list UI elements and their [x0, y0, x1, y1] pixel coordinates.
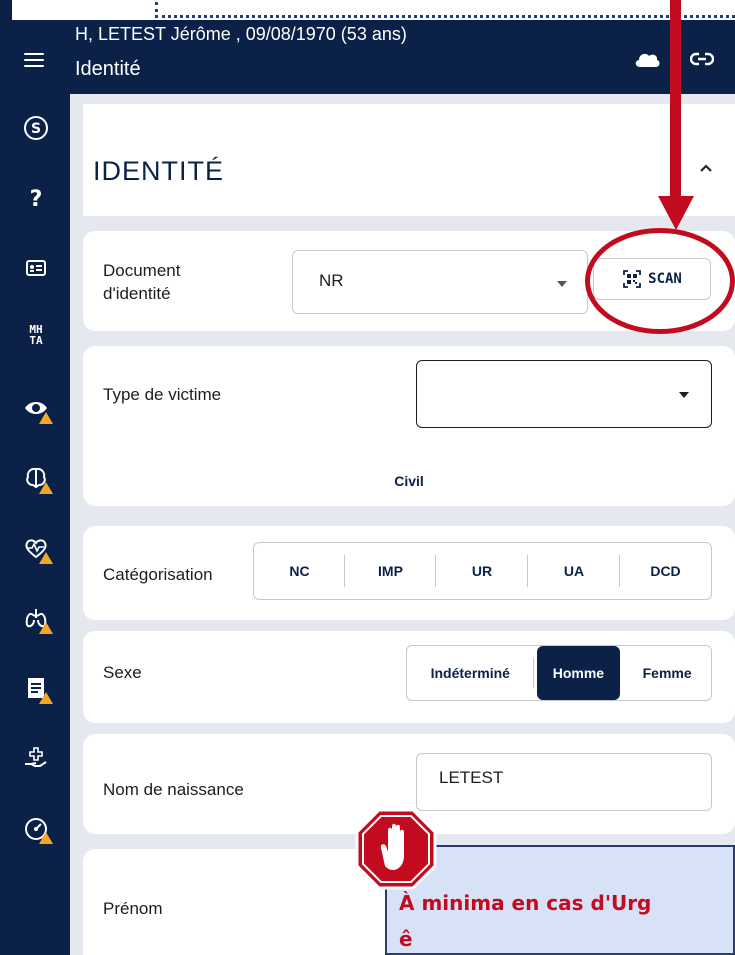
dotted-border	[155, 2, 735, 18]
svg-text:TA: TA	[29, 334, 43, 347]
document-icon[interactable]	[17, 670, 55, 706]
section-header[interactable]: IDENTITÉ	[83, 104, 735, 216]
sidebar: S ? MH TA	[0, 94, 70, 955]
categorisation-segmented: NC IMP UR UA DCD	[253, 542, 712, 600]
document-type-select[interactable]: NR	[292, 250, 588, 314]
prenom-label: Prénom	[103, 899, 163, 918]
callout-box: À minima en cas d'Urg ê	[385, 845, 735, 955]
warning-icon	[39, 692, 53, 704]
categorisation-option-ur[interactable]: UR	[436, 543, 528, 599]
type-victime-option-civil[interactable]: Civil	[83, 473, 735, 489]
svg-text:S: S	[31, 121, 41, 137]
sexe-option-indetermine[interactable]: Indéterminé	[407, 646, 534, 700]
top-strip	[0, 0, 735, 20]
sexe-segmented: Indéterminé Homme Femme	[406, 645, 712, 701]
chevron-up-icon[interactable]	[698, 160, 714, 176]
hand-care-icon[interactable]	[17, 740, 55, 776]
sexe-option-homme[interactable]: Homme	[536, 646, 621, 700]
document-type-value: NR	[319, 271, 344, 290]
warning-icon	[39, 482, 53, 494]
menu-icon[interactable]	[24, 53, 44, 67]
caret-down-icon	[557, 281, 567, 287]
stop-hand-icon	[355, 808, 437, 890]
callout-text: À minima en cas d'Urg	[399, 891, 652, 915]
type-victime-label: Type de victime	[103, 385, 222, 404]
warning-icon	[39, 412, 53, 424]
app-header: H, LETEST Jérôme , 09/08/1970 (53 ans) I…	[0, 20, 735, 94]
annotation-arrow	[670, 0, 681, 200]
question-icon[interactable]: ?	[17, 180, 55, 216]
warning-icon	[39, 622, 53, 634]
nom-naissance-label: Nom de naissance	[103, 780, 244, 799]
section-title: IDENTITÉ	[93, 156, 225, 186]
top-strip-cap	[0, 0, 12, 20]
callout-text-2: ê	[399, 927, 413, 951]
heart-rate-icon[interactable]	[17, 530, 55, 566]
categorisation-option-nc[interactable]: NC	[254, 543, 345, 599]
document-identite-label: Document d'identité	[103, 261, 181, 303]
sexe-card: Sexe Indéterminé Homme Femme	[83, 631, 735, 723]
cloud-icon[interactable]	[633, 50, 661, 68]
annotation-arrow-head	[658, 196, 694, 230]
annotation-circle	[585, 228, 735, 334]
lungs-icon[interactable]	[17, 600, 55, 636]
categorisation-label: Catégorisation	[103, 565, 213, 584]
warning-icon	[39, 832, 53, 844]
link-icon[interactable]	[690, 48, 714, 70]
type-victime-card: Type de victime Civil	[83, 346, 735, 506]
type-victime-select[interactable]	[416, 360, 712, 428]
screen-title: Identité	[75, 58, 141, 80]
brain-icon[interactable]	[17, 460, 55, 496]
categorisation-option-imp[interactable]: IMP	[345, 543, 436, 599]
gauge-icon[interactable]	[17, 810, 55, 846]
warning-icon	[39, 552, 53, 564]
sexe-option-femme[interactable]: Femme	[623, 646, 711, 700]
categorisation-card: Catégorisation NC IMP UR UA DCD	[83, 526, 735, 620]
nom-naissance-input[interactable]: LETEST	[416, 753, 712, 811]
svg-text:?: ?	[30, 187, 43, 212]
categorisation-option-dcd[interactable]: DCD	[620, 543, 711, 599]
categorisation-option-ua[interactable]: UA	[528, 543, 620, 599]
s-circle-icon[interactable]: S	[17, 110, 55, 146]
caret-down-icon	[679, 392, 689, 398]
patient-info: H, LETEST Jérôme , 09/08/1970 (53 ans)	[75, 24, 407, 44]
mhta-icon[interactable]: MH TA	[17, 317, 55, 353]
sexe-label: Sexe	[103, 663, 142, 682]
eye-icon[interactable]	[17, 390, 55, 426]
id-card-icon[interactable]	[17, 250, 55, 286]
